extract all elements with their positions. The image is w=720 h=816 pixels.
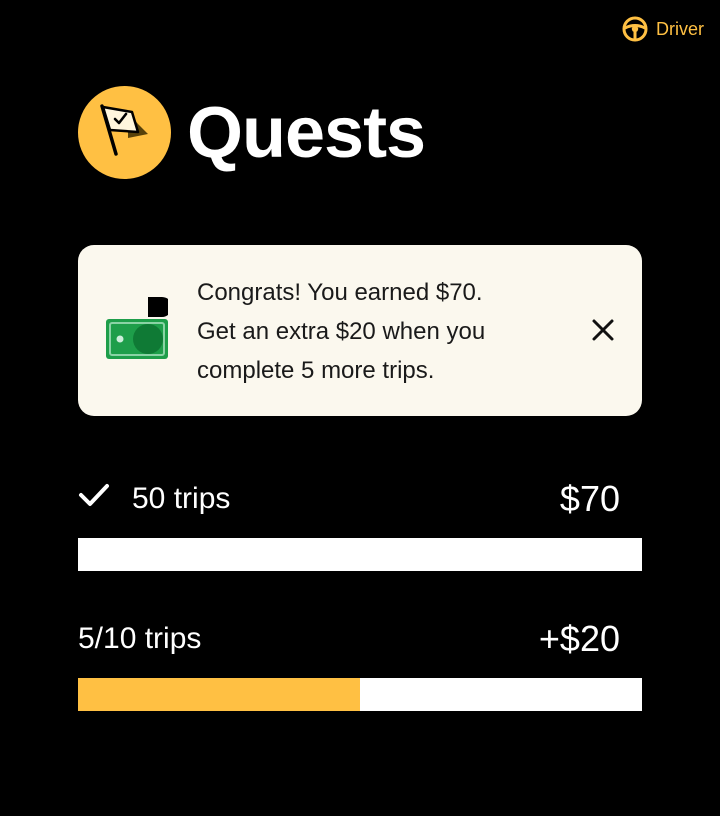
milestone-label: 5/10 trips	[78, 622, 202, 655]
checkmark-icon	[78, 482, 110, 516]
driver-badge: Driver	[622, 16, 704, 42]
milestone-amount: +$20	[538, 618, 620, 659]
progress-bar	[78, 678, 642, 711]
banner-line: Get an extra $20 when you	[197, 318, 486, 345]
milestone-current: 5/10 trips +$20	[78, 614, 642, 711]
milestone-completed: 50 trips $70	[78, 474, 642, 571]
congrats-banner: Congrats! You earned $70. Get an extra $…	[78, 245, 642, 416]
banner-message: Congrats! You earned $70. Get an extra $…	[197, 273, 557, 390]
quest-badge	[78, 86, 171, 179]
milestone-amount: $70	[559, 478, 620, 519]
close-icon[interactable]	[590, 317, 616, 343]
flag-icon	[98, 100, 152, 165]
milestone-label: 50 trips	[132, 482, 231, 515]
banner-line: complete 5 more trips.	[197, 357, 435, 384]
banner-line: Congrats! You earned $70.	[197, 279, 483, 306]
cash-icon	[104, 297, 172, 366]
steering-wheel-icon	[622, 16, 648, 42]
progress-fill	[78, 678, 360, 711]
page-header: Quests	[78, 86, 426, 179]
progress-bar	[78, 538, 642, 571]
page-title: Quests	[187, 92, 426, 173]
driver-label: Driver	[656, 18, 704, 39]
